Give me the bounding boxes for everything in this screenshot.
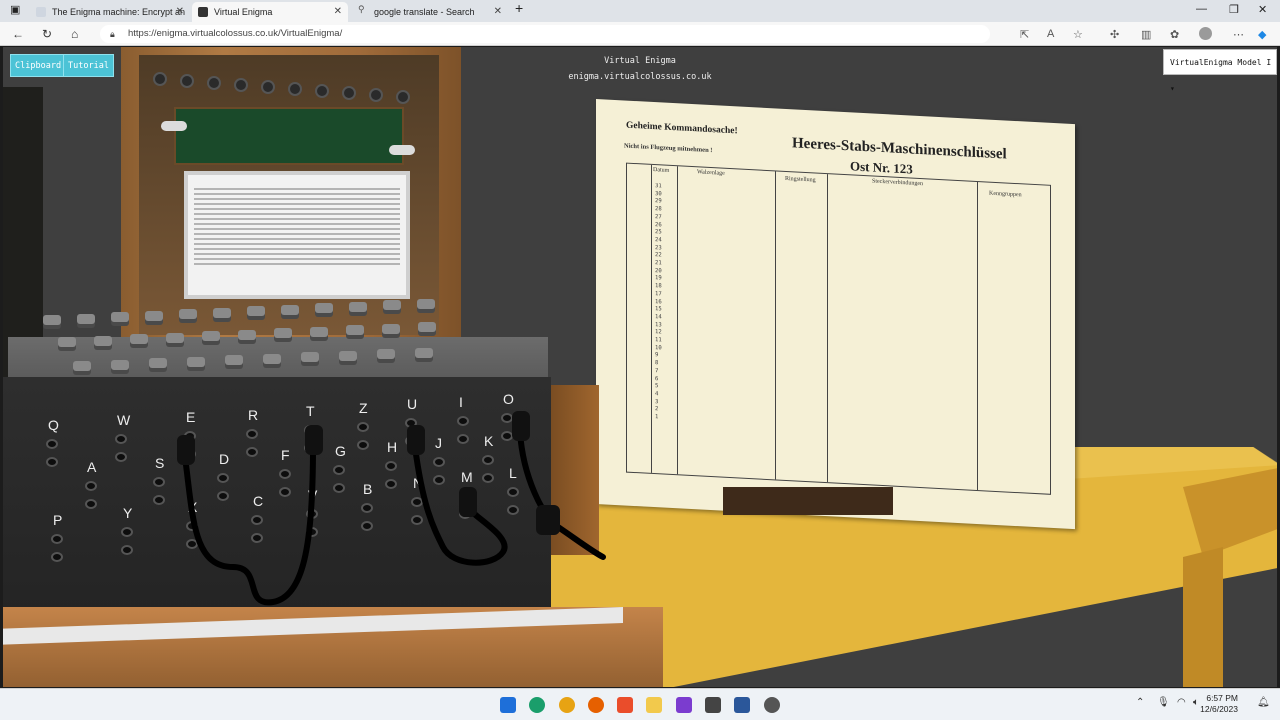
edge-icon[interactable] [529, 697, 545, 713]
close-tab-icon[interactable]: ✕ [334, 6, 342, 17]
col-kenngruppen: Kenngruppen [989, 190, 1022, 199]
tab-virtual-enigma[interactable]: Virtual Enigma ✕ [192, 2, 348, 22]
url-text: https://enigma.virtualcolossus.co.uk/Vir… [128, 28, 343, 39]
app-icon[interactable] [764, 697, 780, 713]
codebook-sheet: Geheime Kommandosache! Nicht ins Flugzeu… [596, 99, 1075, 530]
favorite-star-icon[interactable]: ☆ [1073, 28, 1083, 41]
refresh-icon[interactable]: ↻ [42, 27, 52, 41]
browser-tab-bar: ▣ The Enigma machine: Encrypt an ✕ Virtu… [0, 0, 1280, 22]
read-aloud-icon[interactable]: A [1047, 28, 1054, 40]
tab-label: Virtual Enigma [214, 7, 273, 17]
more-menu-icon[interactable]: ⋯ [1233, 28, 1244, 41]
plug-connector [407, 425, 425, 455]
microphone-icon[interactable]: 🎙︎ [1157, 697, 1170, 708]
codebook-table: Datum Walzenlage Ringstellung Steckerver… [626, 162, 1051, 495]
app-subtitle: enigma.virtualcolossus.co.uk [568, 72, 712, 82]
col-datum: Datum [653, 166, 670, 174]
app-title: Virtual Enigma [604, 56, 676, 66]
model-select[interactable]: VirtualEnigma Model I ▾ [1163, 49, 1277, 93]
split-screen-icon[interactable]: ▥ [1141, 28, 1151, 41]
volume-icon[interactable]: 🔈︎ [1193, 697, 1199, 708]
tab-actions-icon[interactable]: ▣ [10, 3, 20, 16]
copilot-icon[interactable]: ◆ [1258, 28, 1266, 41]
tab-label: google translate - Search [374, 7, 475, 17]
file-explorer-icon[interactable] [646, 697, 662, 713]
plug-cables [177, 411, 606, 606]
codebook-title: Heeres-Stabs-Maschinenschlüssel [792, 135, 1007, 163]
plug-connector [512, 411, 530, 441]
home-icon[interactable]: ⌂ [71, 27, 78, 41]
search-icon: ⚲ [358, 4, 365, 14]
page-favicon-icon [36, 7, 46, 17]
firefox-icon[interactable] [588, 697, 604, 713]
windows-taskbar: ⌃ 🎙︎ ◠ 🔈︎ 6:57 PM 12/6/2023 🔔︎ [0, 688, 1280, 720]
restore-icon[interactable]: ❐ [1229, 3, 1239, 16]
plug-connector [305, 425, 323, 455]
system-clock[interactable]: 6:57 PM 12/6/2023 [1200, 693, 1238, 715]
codebook-stand [723, 487, 893, 515]
plug-connector [177, 435, 195, 465]
start-icon[interactable] [500, 697, 516, 713]
profile-avatar[interactable] [1199, 27, 1212, 40]
tab-google-translate[interactable]: ⚲ google translate - Search ✕ [352, 2, 508, 22]
enigma-3d-viewport[interactable]: Geheime Kommandosache! Nicht ins Flugzeu… [3, 47, 1277, 687]
tray-chevron-icon[interactable]: ⌃ [1136, 697, 1144, 708]
url-input[interactable]: 🔒︎ https://enigma.virtualcolossus.co.uk/… [100, 25, 990, 43]
close-window-icon[interactable]: ✕ [1258, 3, 1267, 16]
plug-connector [459, 487, 477, 517]
lock-icon[interactable]: 🔒︎ [110, 25, 115, 43]
close-tab-icon[interactable]: ✕ [176, 6, 184, 17]
new-tab-icon[interactable]: + [515, 0, 523, 16]
tab-enigma-encrypt[interactable]: The Enigma machine: Encrypt an ✕ [30, 2, 190, 22]
date-column: 31 30 29 28 27 26 25 24 23 22 21 20 19 1… [655, 183, 662, 421]
notification-bell-icon[interactable]: 🔔︎ [1257, 697, 1270, 708]
brave-icon[interactable] [617, 697, 633, 713]
minimize-icon[interactable]: — [1196, 3, 1207, 15]
chrome-icon[interactable] [559, 697, 575, 713]
plug-connector [536, 505, 560, 535]
open-in-app-icon[interactable]: ⇱ [1020, 28, 1029, 41]
word-icon[interactable] [734, 697, 750, 713]
col-ringstellung: Ringstellung [785, 175, 816, 184]
close-tab-icon[interactable]: ✕ [494, 6, 502, 17]
col-walzenlage: Walzenlage [697, 169, 725, 177]
terminal-icon[interactable] [705, 697, 721, 713]
favorites-icon[interactable]: ✿ [1170, 28, 1179, 41]
col-stecker: Steckerverbindungen [872, 178, 923, 188]
page-favicon-icon [198, 7, 208, 17]
back-icon[interactable]: ← [12, 27, 24, 41]
extensions-icon[interactable]: ✣ [1110, 28, 1119, 41]
clock-time: 6:57 PM [1206, 693, 1238, 703]
wifi-icon[interactable]: ◠ [1177, 697, 1186, 708]
clock-date: 12/6/2023 [1200, 704, 1238, 714]
address-bar: ← ↻ ⌂ 🔒︎ https://enigma.virtualcolossus.… [0, 22, 1280, 46]
tab-label: The Enigma machine: Encrypt an [52, 7, 186, 17]
visual-studio-icon[interactable] [676, 697, 692, 713]
